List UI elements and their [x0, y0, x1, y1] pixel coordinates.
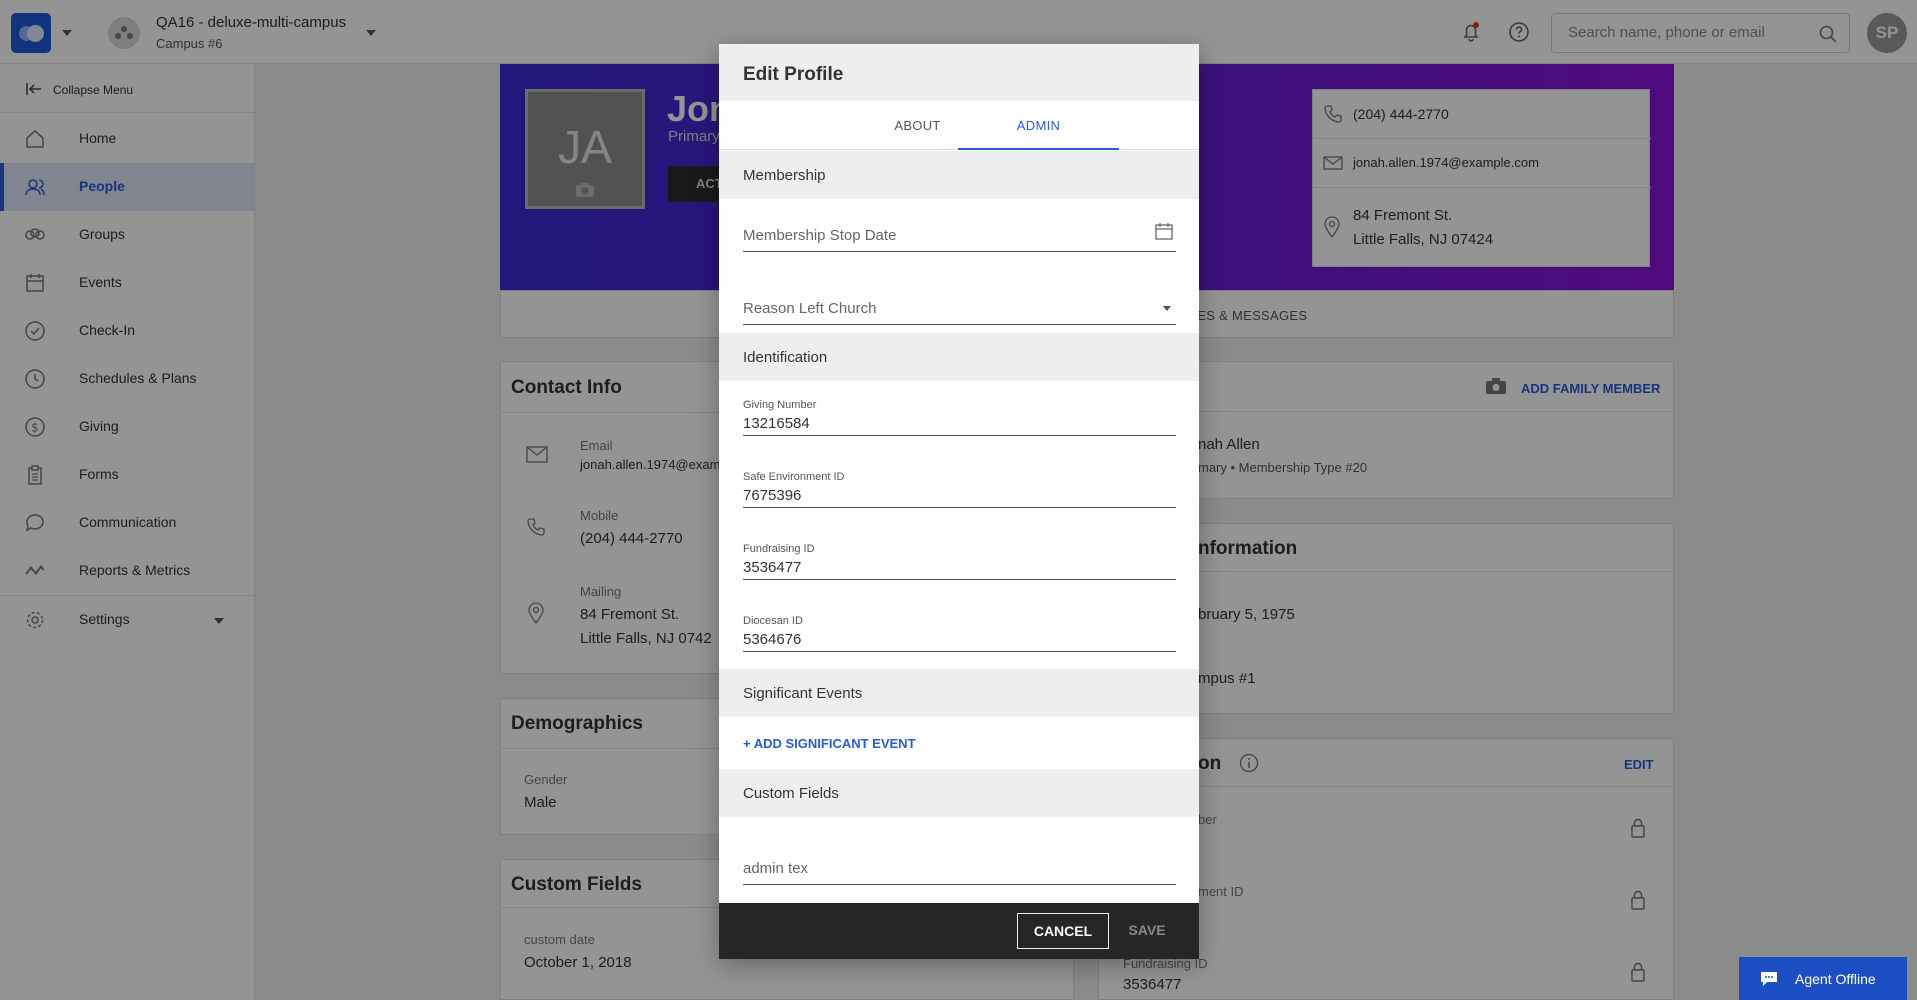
diocesan-id-field[interactable]: Diocesan ID 5364676: [743, 611, 1176, 652]
modal-footer: CANCEL SAVE: [719, 903, 1199, 959]
membership-stop-date-placeholder: Membership Stop Date: [743, 227, 897, 244]
calendar-icon[interactable]: [1154, 221, 1174, 241]
section-title: Identification: [743, 349, 828, 366]
giving-number-field[interactable]: Giving Number 13216584: [743, 395, 1176, 436]
custom-fields-section-header: Custom Fields: [719, 769, 1199, 817]
modal-title: Edit Profile: [743, 64, 844, 85]
identification-section-header: Identification: [719, 333, 1199, 381]
chat-bubble-icon: [1761, 972, 1777, 986]
section-title: Significant Events: [743, 685, 863, 702]
safe-environment-id-field[interactable]: Safe Environment ID 7675396: [743, 467, 1176, 508]
modal-header: Edit Profile: [719, 44, 1199, 101]
giving-number-value: 13216584: [743, 415, 810, 432]
admin-text-placeholder: admin tex: [743, 860, 809, 877]
edit-profile-modal: Edit Profile ABOUT ADMIN Membership Memb…: [719, 44, 1199, 959]
section-title: Membership: [743, 167, 826, 184]
giving-number-label: Giving Number: [743, 399, 817, 411]
reason-left-church-select[interactable]: Reason Left Church: [743, 292, 1176, 325]
tab-admin[interactable]: ADMIN: [958, 101, 1119, 150]
agent-chat-widget[interactable]: Agent Offline: [1739, 957, 1907, 1000]
fundraising-id-label: Fundraising ID: [743, 543, 815, 555]
membership-stop-date-field[interactable]: Membership Stop Date: [743, 219, 1176, 252]
reason-left-church-placeholder: Reason Left Church: [743, 300, 877, 317]
safe-environment-id-label: Safe Environment ID: [743, 471, 845, 483]
fundraising-id-value: 3536477: [743, 559, 802, 576]
chevron-down-icon: [1163, 306, 1171, 311]
save-button[interactable]: SAVE: [1113, 913, 1181, 949]
admin-text-field[interactable]: admin tex: [743, 852, 1176, 885]
fundraising-id-field[interactable]: Fundraising ID 3536477: [743, 539, 1176, 580]
significant-events-section-header: Significant Events: [719, 669, 1199, 717]
chat-status-label: Agent Offline: [1795, 971, 1876, 987]
section-title: Custom Fields: [743, 785, 839, 802]
cancel-button[interactable]: CANCEL: [1017, 913, 1109, 949]
add-significant-event-link[interactable]: + ADD SIGNIFICANT EVENT: [743, 736, 916, 751]
diocesan-id-label: Diocesan ID: [743, 615, 803, 627]
diocesan-id-value: 5364676: [743, 631, 802, 648]
safe-environment-id-value: 7675396: [743, 487, 802, 504]
membership-section-header: Membership: [719, 151, 1199, 199]
